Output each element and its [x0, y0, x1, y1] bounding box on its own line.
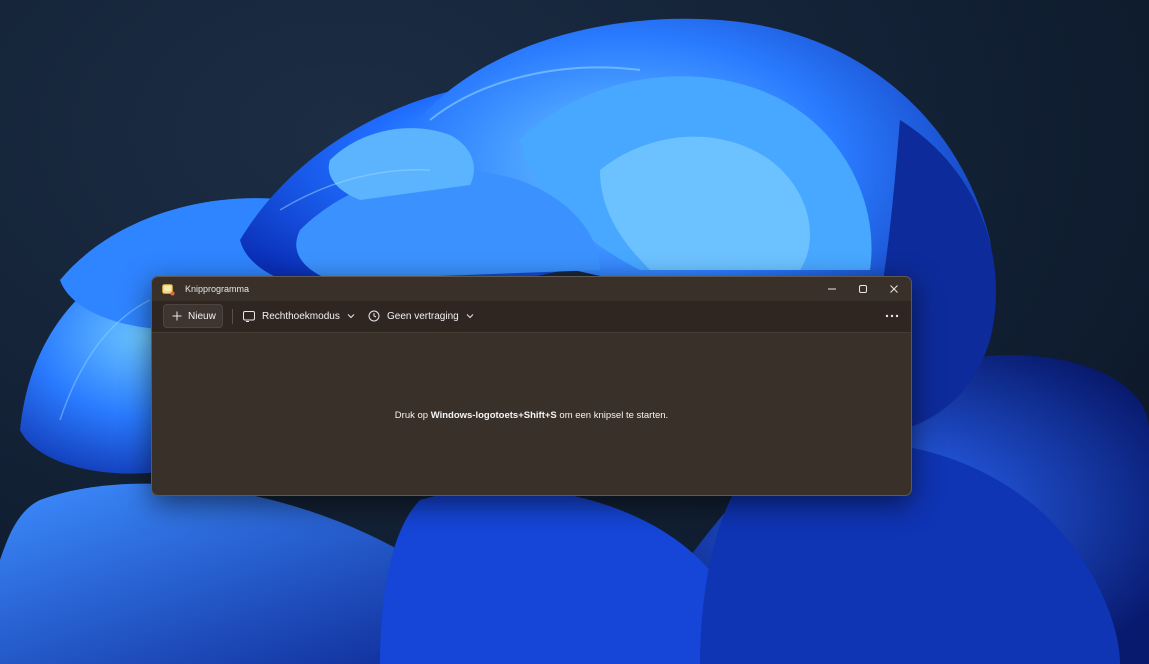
close-icon [890, 285, 898, 293]
more-options-button[interactable] [880, 304, 904, 328]
toolbar: Nieuw Rechthoekmodus Geen vertraging [152, 301, 911, 333]
new-snip-label: Nieuw [188, 310, 216, 322]
hint-suffix: om een knipsel te starten. [556, 410, 669, 421]
maximize-button[interactable] [848, 277, 878, 301]
snip-mode-label: Rechthoekmodus [262, 310, 340, 322]
toolbar-divider [232, 309, 233, 324]
clock-icon [368, 310, 380, 322]
new-snip-button[interactable]: Nieuw [163, 304, 223, 328]
desktop: Knipprogramma Nieuw Rechthoekmodus Geen … [0, 0, 1149, 664]
snip-canvas: Druk op Windows-logotoets+Shift+S om een… [152, 333, 911, 495]
snip-mode-dropdown[interactable]: Rechthoekmodus [243, 304, 355, 328]
hint-prefix: Druk op [394, 410, 431, 421]
maximize-icon [859, 285, 867, 293]
chevron-down-icon [466, 313, 474, 319]
hint-shortcut: Windows-logotoets+Shift+S [430, 410, 557, 421]
plus-icon [172, 311, 182, 321]
close-button[interactable] [879, 277, 909, 301]
minimize-icon [828, 288, 836, 290]
minimize-button[interactable] [817, 277, 847, 301]
delay-label: Geen vertraging [387, 310, 459, 322]
title-bar[interactable]: Knipprogramma [152, 277, 911, 301]
rectangle-mode-icon [243, 310, 255, 322]
chevron-down-icon [347, 313, 355, 319]
window-title: Knipprogramma [185, 284, 250, 294]
delay-dropdown[interactable]: Geen vertraging [368, 304, 474, 328]
snipping-tool-window: Knipprogramma Nieuw Rechthoekmodus Geen … [151, 276, 912, 496]
start-hint: Druk op Windows-logotoets+Shift+S om een… [152, 410, 911, 421]
more-options-icon [885, 314, 899, 318]
snipping-tool-icon [162, 283, 175, 296]
